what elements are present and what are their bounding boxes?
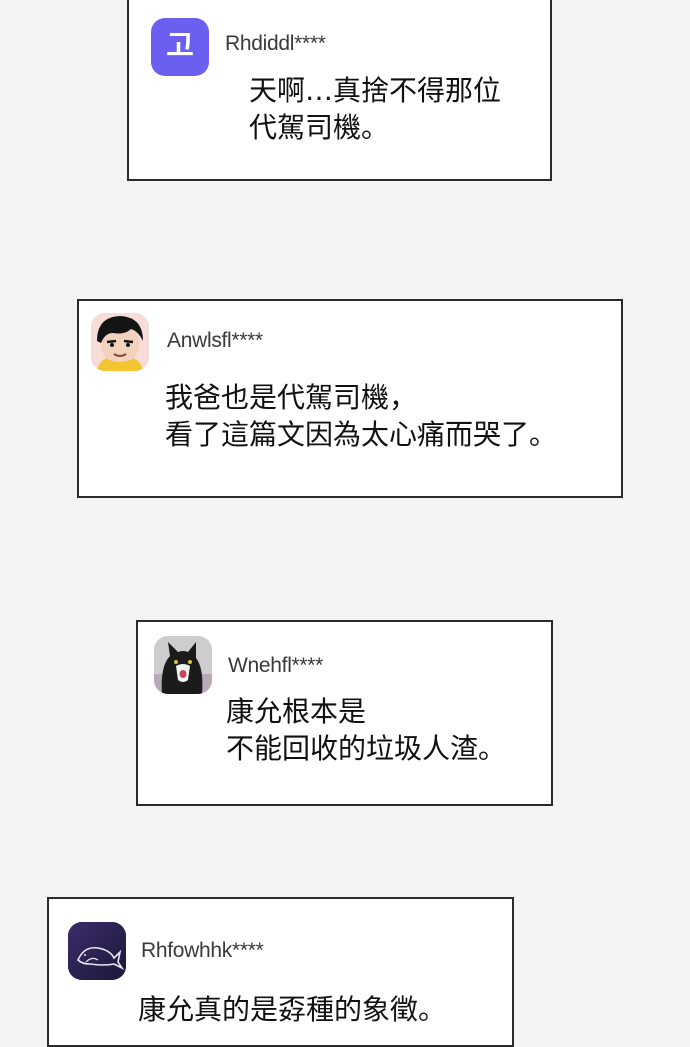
comment-text: 康允根本是 不能回收的垃圾人渣。 xyxy=(226,693,506,767)
comment-line: 看了這篇文因為太心痛而哭了。 xyxy=(165,418,558,451)
comment-text: 我爸也是代駕司機， 看了這篇文因為太心痛而哭了。 xyxy=(165,379,557,453)
comment-username: Rhfowhhk**** xyxy=(141,939,264,962)
comment-line: 天啊…真捨不得那位 xyxy=(249,74,502,107)
comment-line: 康允根本是 xyxy=(226,695,367,728)
comment-username: Wnehfl**** xyxy=(228,654,324,677)
comment-card: Rhfowhhk**** 康允真的是孬種的象徵。 xyxy=(47,897,514,1047)
comment-text: 康允真的是孬種的象徵。 xyxy=(138,991,446,1028)
cartoon-face-avatar-icon xyxy=(91,313,149,371)
avatar-glyph: 고 xyxy=(166,29,194,64)
comment-line: 代駕司機。 xyxy=(249,111,390,144)
comment-line: 不能回收的垃圾人渣。 xyxy=(226,732,507,765)
comment-line: 我爸也是代駕司機， xyxy=(165,381,418,414)
whale-avatar-icon xyxy=(68,922,126,980)
comment-username: Rhdiddl**** xyxy=(225,32,326,55)
comment-username: Anwlsfl**** xyxy=(167,329,263,352)
letter-avatar: 고 xyxy=(151,18,209,76)
comment-card: 고 Rhdiddl**** 天啊…真捨不得那位 代駕司機。 xyxy=(127,0,552,181)
comment-card: Wnehfl**** 康允根本是 不能回收的垃圾人渣。 xyxy=(136,620,553,806)
comment-card: Anwlsfl**** 我爸也是代駕司機， 看了這篇文因為太心痛而哭了。 xyxy=(77,299,623,498)
comment-text: 天啊…真捨不得那位 代駕司機。 xyxy=(249,72,501,146)
comment-line: 康允真的是孬種的象徵。 xyxy=(138,993,447,1026)
cat-photo-avatar-icon xyxy=(154,636,212,694)
